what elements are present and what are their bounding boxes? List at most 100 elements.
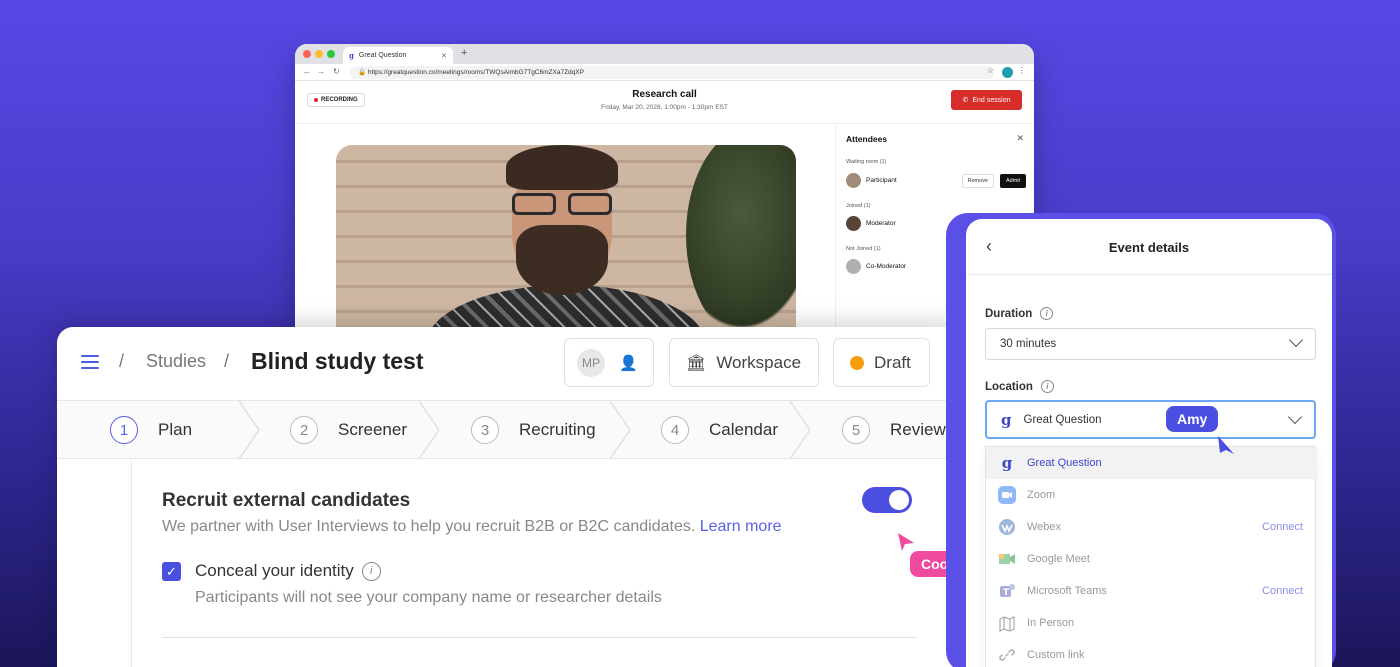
recruit-description-text: We partner with User Interviews to help … <box>162 518 696 535</box>
webex-icon <box>998 518 1016 536</box>
workspace-button[interactable]: 🏛 Workspace <box>669 338 819 387</box>
attendee-moderator: Moderator <box>846 216 896 231</box>
info-icon[interactable]: i <box>1040 307 1054 320</box>
browser-tab-bar: g Great Question ✕ + <box>295 44 1034 64</box>
recruit-section: Recruit external candidates We partner w… <box>131 460 957 667</box>
location-option-webex[interactable]: Webex Connect <box>986 511 1317 543</box>
plant-shape <box>686 145 796 344</box>
step-label: Calendar <box>709 420 778 439</box>
call-subtitle: Friday, Mar 20, 2028, 1:00pm - 1:30pm ES… <box>601 104 728 111</box>
option-label: Great Question <box>1027 457 1102 469</box>
beard-shape <box>516 225 608 295</box>
not-joined-label: Not Joined (1) <box>846 246 881 252</box>
hamburger-menu-icon[interactable] <box>81 355 99 373</box>
new-tab-icon[interactable]: + <box>461 47 467 59</box>
location-value: Great Question <box>1023 413 1102 426</box>
remove-button[interactable]: Remove <box>961 174 994 188</box>
learn-more-link[interactable]: Learn more <box>700 518 782 535</box>
option-label: In Person <box>1027 617 1075 629</box>
conceal-identity-row: Conceal your identity i <box>195 561 381 581</box>
forward-arrow-icon[interactable]: → <box>317 67 325 76</box>
step-review[interactable]: 5 Review <box>842 401 946 459</box>
collaborator-cursor-amy: Amy <box>1166 406 1219 432</box>
option-label: Custom link <box>1027 649 1085 661</box>
location-option-in-person[interactable]: In Person <box>986 607 1317 639</box>
profile-avatar[interactable] <box>1002 67 1013 78</box>
participant-video <box>336 145 796 344</box>
breadcrumb-studies[interactable]: Studies <box>146 351 206 372</box>
status-dot-icon <box>850 355 864 370</box>
chevron-down-icon <box>1288 332 1304 348</box>
url-field[interactable]: 🔒 https://greatquestion.co/meetings/room… <box>350 66 994 79</box>
option-label: Google Meet <box>1027 553 1090 565</box>
duration-value: 30 minutes <box>1000 338 1057 350</box>
call-header: RECORDING Research call Friday, Mar 20, … <box>295 81 1034 124</box>
location-label: Location <box>985 380 1033 393</box>
joined-label: Joined (1) <box>846 203 871 209</box>
zoom-icon <box>998 486 1016 504</box>
conceal-identity-checkbox[interactable]: ✓ <box>162 562 181 581</box>
location-option-custom-link[interactable]: Custom link <box>986 639 1317 667</box>
step-chevron-icon <box>790 401 810 459</box>
recruit-title: Recruit external candidates <box>162 490 411 511</box>
divider <box>162 637 917 638</box>
study-header: / Studies / Blind study test MP 👤 🏛 Work… <box>57 327 957 401</box>
connect-teams-link[interactable]: Connect <box>1262 585 1303 597</box>
step-chevron-icon <box>610 401 630 459</box>
step-number: 2 <box>290 416 318 444</box>
info-icon[interactable]: i <box>1040 380 1054 393</box>
location-dropdown: g Great Question Zoom Webex Connect Google… <box>985 446 1317 667</box>
collaborators-box[interactable]: MP 👤 <box>564 338 654 387</box>
hair-shape <box>506 145 618 190</box>
browser-menu-icon[interactable]: ⋮ <box>1018 66 1026 75</box>
url-text: https://greatquestion.co/meetings/rooms/… <box>367 69 584 76</box>
address-bar: ← → ↻ 🔒 https://greatquestion.co/meeting… <box>295 64 1034 81</box>
back-arrow-icon[interactable]: ← <box>303 67 311 76</box>
study-steps: 1 Plan 2 Screener 3 Recruiting 4 Calendar 5 R… <box>57 401 957 459</box>
browser-tab-title: Great Question <box>358 52 407 59</box>
attendee-co-moderator: Co-Moderator <box>846 259 906 274</box>
avatar <box>846 259 861 274</box>
great-question-icon: g <box>349 51 354 60</box>
minimize-window-icon[interactable] <box>315 50 323 58</box>
step-number: 5 <box>842 416 870 444</box>
checkmark-icon: ✓ <box>166 563 177 579</box>
attendee-name: Moderator <box>866 220 896 227</box>
step-plan[interactable]: 1 Plan <box>110 401 192 459</box>
reload-icon[interactable]: ↻ <box>333 67 340 76</box>
close-tab-icon[interactable]: ✕ <box>441 52 447 60</box>
location-label-row: Location i <box>985 380 1054 393</box>
browser-tab[interactable]: g Great Question ✕ <box>343 47 453 64</box>
event-title: Event details <box>1108 240 1190 255</box>
map-icon <box>998 614 1016 632</box>
step-screener[interactable]: 2 Screener <box>290 401 407 459</box>
info-icon[interactable]: i <box>361 561 381 581</box>
call-title: Research call <box>632 89 697 100</box>
recruit-toggle[interactable] <box>862 487 912 513</box>
close-attendees-icon[interactable]: ✕ <box>1016 133 1024 144</box>
conceal-identity-hint: Participants will not see your company n… <box>195 589 662 606</box>
breadcrumb-separator: / <box>224 351 230 371</box>
user-settings-icon[interactable]: 👤 <box>619 354 638 372</box>
location-option-google-meet[interactable]: Google Meet <box>986 543 1317 575</box>
maximize-window-icon[interactable] <box>327 50 335 58</box>
bookmark-star-icon[interactable]: ☆ <box>987 66 994 75</box>
location-option-great-question[interactable]: g Great Question <box>986 447 1317 479</box>
step-calendar[interactable]: 4 Calendar <box>661 401 778 459</box>
location-option-microsoft-teams[interactable]: T Microsoft Teams Connect <box>986 575 1317 607</box>
location-select[interactable]: g Great Question <box>985 400 1316 439</box>
location-option-zoom[interactable]: Zoom <box>986 479 1317 511</box>
attendee-participant: Participant <box>846 173 897 188</box>
end-session-button[interactable]: ✆ End session <box>951 90 1022 110</box>
waiting-room-label: Waiting room (1) <box>846 159 887 165</box>
admit-button[interactable]: Admit <box>999 174 1026 188</box>
google-meet-icon <box>998 550 1016 568</box>
draft-status-button[interactable]: Draft <box>833 338 930 387</box>
option-label: Microsoft Teams <box>1027 585 1107 597</box>
great-question-icon: g <box>1001 454 1013 472</box>
connect-webex-link[interactable]: Connect <box>1262 521 1303 533</box>
close-window-icon[interactable] <box>303 50 311 58</box>
step-recruiting[interactable]: 3 Recruiting <box>471 401 596 459</box>
duration-select[interactable]: 30 minutes <box>985 328 1316 360</box>
step-label: Screener <box>338 420 407 439</box>
